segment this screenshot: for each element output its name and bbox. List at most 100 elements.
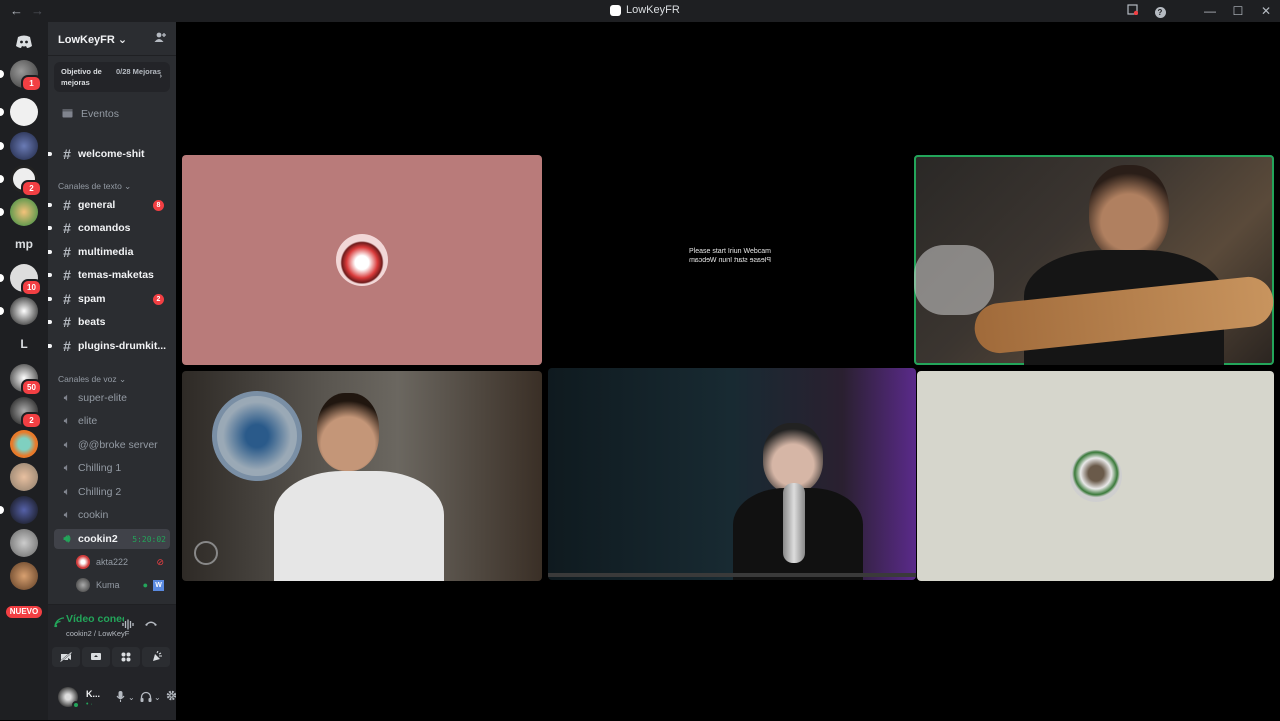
server-icon-7[interactable]: 10: [0, 264, 42, 296]
server-icon-12[interactable]: [10, 430, 38, 458]
server-icon-15[interactable]: [10, 529, 38, 557]
help-icon[interactable]: ?: [1146, 4, 1174, 18]
video-tile-avatar-2[interactable]: [917, 371, 1274, 581]
maximize-button[interactable]: ☐: [1224, 4, 1252, 18]
screen-share-button[interactable]: [82, 647, 110, 667]
server-initials: mp: [15, 237, 33, 251]
voice-channel-elite[interactable]: 🔈︎ elite: [54, 411, 170, 431]
server-icon-16[interactable]: [10, 562, 38, 590]
speaker-icon: 🔈︎: [63, 508, 71, 521]
video-tile-avatar[interactable]: [182, 155, 542, 365]
disconnect-icon[interactable]: [144, 618, 158, 630]
muted-icon: ⊘: [156, 556, 164, 567]
connection-status[interactable]: Vídeo conectado: [66, 613, 124, 625]
voice-connection-panel: Vídeo conectado cookin2 / LowKeyFR K... …: [48, 604, 177, 720]
title-bar: ← → LowKeyFR ? — ☐ ✕: [0, 0, 1280, 22]
app-icon: W: [153, 579, 164, 591]
channel-name: beats: [78, 316, 106, 328]
close-button[interactable]: ✕: [1252, 4, 1280, 18]
back-arrow-icon[interactable]: ←: [10, 3, 23, 18]
server-icon-4[interactable]: 2: [0, 165, 42, 197]
channel-name: Chilling 2: [78, 486, 122, 498]
voice-channel-broke-server[interactable]: 🔈︎ @@broke server: [54, 435, 170, 455]
channel-comandos[interactable]: # comandos: [48, 218, 170, 238]
server-icon-2[interactable]: [0, 98, 38, 126]
inbox-icon[interactable]: [1118, 4, 1146, 18]
hash-icon: #: [63, 244, 71, 260]
unread-indicator: [48, 152, 52, 156]
server-icon-letter[interactable]: L: [10, 330, 38, 358]
video-feed: [182, 371, 542, 581]
noise-suppression-icon[interactable]: [122, 619, 134, 633]
new-servers-badge[interactable]: NUEVO: [6, 606, 42, 618]
connection-channel[interactable]: cookin2 / LowKeyFR: [66, 629, 130, 638]
server-logo-icon: [610, 4, 621, 16]
hash-icon: #: [63, 291, 71, 307]
server-icon-1[interactable]: 1: [0, 60, 42, 92]
server-icon-3[interactable]: [0, 132, 38, 160]
voice-channel-chilling-2[interactable]: 🔈︎ Chilling 2: [54, 482, 170, 502]
unread-indicator: [48, 320, 52, 324]
unread-pill: [0, 506, 4, 514]
channel-temas-maketas[interactable]: # temas-maketas: [48, 265, 170, 285]
video-tile-singer[interactable]: [548, 368, 916, 580]
channel-name: spam: [78, 293, 106, 305]
server-icon-mp[interactable]: mp: [10, 230, 38, 258]
channel-general[interactable]: # general 8: [48, 195, 170, 215]
boost-count: 0/28 Mejoras: [116, 67, 162, 76]
voice-user-name: akta222: [96, 557, 129, 567]
channel-beats[interactable]: # beats: [48, 312, 170, 332]
chevron-down-icon: ⌄: [124, 181, 132, 191]
server-icon-8[interactable]: [0, 297, 38, 325]
video-tile-guitar-player[interactable]: [914, 155, 1274, 365]
video-tile-webcam-message[interactable]: Please start Iriun Webcam Please start I…: [548, 155, 912, 365]
nav-arrows: ← →: [10, 3, 52, 18]
channel-welcome[interactable]: # welcome-shit: [48, 144, 170, 164]
hash-icon: #: [63, 267, 71, 283]
soundboard-button[interactable]: [142, 647, 170, 667]
mention-badge: 2: [153, 294, 164, 305]
server-icon-11[interactable]: 2: [10, 397, 42, 429]
avatar: [76, 555, 90, 569]
voice-user[interactable]: akta222 ⊘: [76, 552, 168, 572]
voice-channel-super-elite[interactable]: 🔈︎ super-elite: [54, 388, 170, 408]
video-tile-person-jersey[interactable]: [182, 371, 542, 581]
video-feed: [914, 155, 1274, 365]
minimize-button[interactable]: —: [1196, 4, 1224, 18]
chevron-down-icon[interactable]: ⌄: [128, 693, 135, 702]
webcam-message-text: Please start Iriun Webcam: [689, 248, 771, 255]
server-icon-14[interactable]: [0, 496, 38, 524]
mention-badge: 2: [21, 180, 42, 197]
channel-plugins[interactable]: # plugins-drumkit...: [48, 336, 170, 356]
server-icon-5[interactable]: [0, 198, 38, 226]
server-icon-13[interactable]: [10, 463, 38, 491]
boost-goal[interactable]: Objetivo de mejoras 0/28 Mejoras ›: [54, 62, 170, 92]
events-label: Eventos: [81, 108, 119, 120]
category-text-channels[interactable]: Canales de texto ⌄: [58, 181, 131, 192]
events-item[interactable]: Eventos: [54, 104, 170, 124]
channel-spam[interactable]: # spam 2: [48, 289, 170, 309]
chevron-down-icon: ⌄: [118, 374, 127, 384]
voice-channel-cookin[interactable]: 🔈︎ cookin: [54, 505, 170, 525]
mention-badge: 1: [21, 75, 42, 92]
microphone-icon[interactable]: [116, 691, 125, 706]
username[interactable]: K...: [86, 689, 100, 699]
channel-multimedia[interactable]: # multimedia: [48, 242, 170, 262]
voice-channel-chilling-1[interactable]: 🔈︎ Chilling 1: [54, 458, 170, 478]
camera-off-button[interactable]: [52, 647, 80, 667]
invite-icon[interactable]: [154, 31, 166, 46]
signal-icon[interactable]: [54, 617, 65, 631]
activities-button[interactable]: [112, 647, 140, 667]
chevron-down-icon[interactable]: ⌄: [154, 693, 161, 702]
category-voice-channels[interactable]: Canales de voz ⌄: [58, 374, 126, 385]
channel-name: cookin2: [78, 533, 118, 545]
window-title-text: LowKeyFR: [626, 4, 680, 16]
voice-channel-cookin2[interactable]: 🔊︎ cookin2 5:20:02: [54, 529, 170, 549]
voice-user[interactable]: Kuma ● W: [76, 575, 168, 595]
headphones-icon[interactable]: [140, 691, 152, 706]
forward-arrow-icon[interactable]: →: [31, 3, 44, 18]
server-icon-10[interactable]: 50: [10, 364, 42, 396]
boost-goal-label: Objetivo de mejoras: [61, 67, 102, 87]
server-header[interactable]: LowKeyFR ⌄: [48, 22, 176, 56]
home-button[interactable]: [10, 28, 38, 56]
